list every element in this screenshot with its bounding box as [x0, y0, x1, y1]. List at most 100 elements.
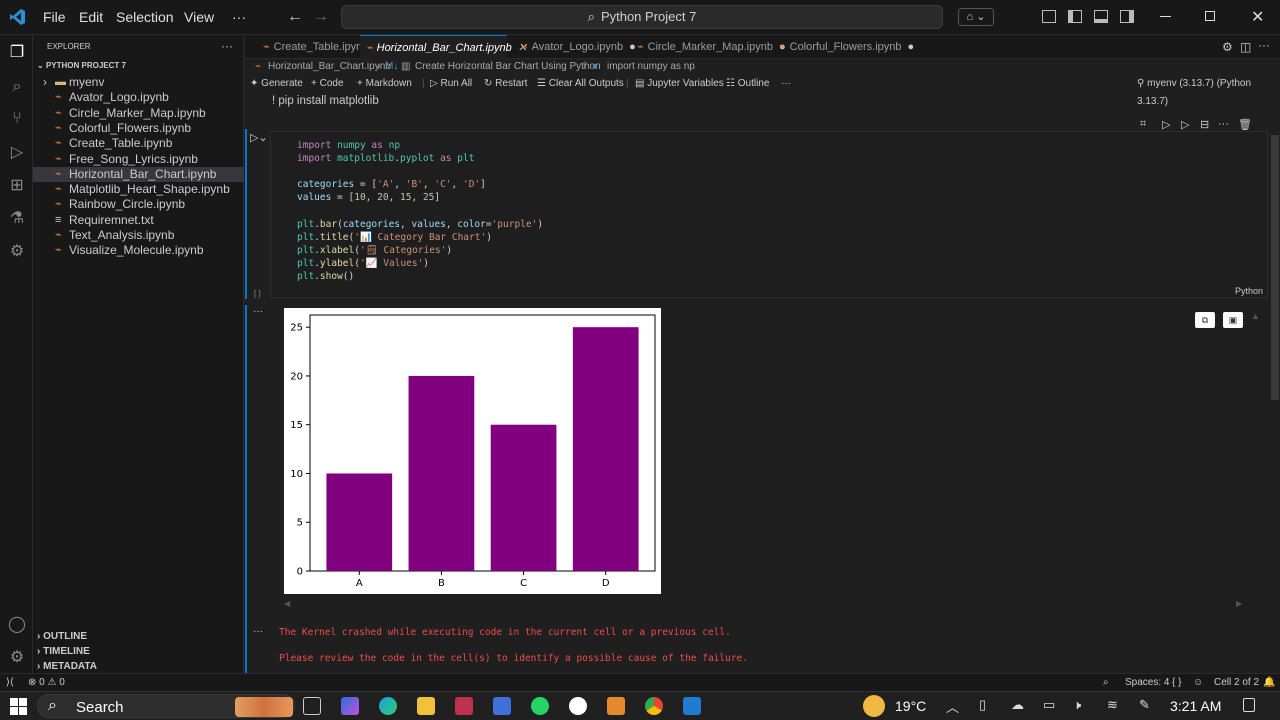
code-line[interactable]: plt.bar(categories, values, color='purpl…: [297, 218, 543, 231]
media-player-icon[interactable]: [569, 697, 587, 715]
language-mode[interactable]: { }: [1172, 674, 1181, 691]
more-actions-icon[interactable]: ···: [221, 39, 233, 53]
code-line[interactable]: categories = ['A', 'B', 'C', 'D']: [297, 178, 486, 191]
copilot-chat-icon[interactable]: ⌂ ⌄: [958, 8, 994, 26]
timeline-section[interactable]: › TIMELINE: [37, 646, 90, 657]
file-item[interactable]: ⌁ Circle_Marker_Map.ipynb: [33, 106, 244, 121]
menu-view[interactable]: View: [184, 9, 214, 25]
outline-button[interactable]: ☷ Outline: [726, 75, 769, 93]
delete-cell-icon[interactable]: 🗑: [1238, 118, 1252, 131]
chrome-icon[interactable]: [645, 697, 663, 715]
file-item[interactable]: ⌁ Free_Song_Lyrics.ipynb: [33, 152, 244, 167]
command-center[interactable]: ⌕ Python Project 7: [341, 5, 943, 29]
indentation[interactable]: Spaces: 4: [1125, 674, 1169, 691]
scroll-left-icon[interactable]: ◀: [284, 599, 290, 608]
phone-link-icon[interactable]: ▯: [979, 697, 986, 713]
jupyter-variables-button[interactable]: ▤ Jupyter Variables: [635, 75, 724, 93]
split-editor-icon[interactable]: ◫: [1240, 40, 1251, 54]
cloud-app-icon[interactable]: [607, 697, 625, 715]
search-icon[interactable]: ⌕: [7, 77, 27, 97]
clear-outputs-button[interactable]: ☰ Clear All Outputs: [537, 75, 624, 93]
pen-icon[interactable]: ✎: [1139, 697, 1150, 713]
code-line[interactable]: plt.ylabel('📈 Values'): [297, 257, 429, 270]
project-folder[interactable]: ⌄ PYTHON PROJECT 7: [37, 61, 126, 70]
scroll-right-icon[interactable]: ▶: [1236, 599, 1242, 608]
menu-selection[interactable]: Selection: [116, 9, 174, 25]
media-app-icon[interactable]: [455, 697, 473, 715]
toggle-secondary-sidebar-icon[interactable]: [1120, 10, 1134, 23]
volume-icon[interactable]: 🕨: [1073, 697, 1081, 713]
folder-item[interactable]: › ▬ myenv: [33, 75, 244, 90]
file-item[interactable]: ⌁ Text_Analysis.ipynb: [33, 228, 244, 243]
cell-position[interactable]: Cell 2 of 2: [1214, 674, 1259, 691]
code-cell[interactable]: import numpy as np import matplotlib.pypl…: [270, 131, 1268, 298]
menu-more[interactable]: ···: [232, 9, 246, 25]
weather-icon[interactable]: [863, 695, 885, 717]
customize-layout-icon[interactable]: [1042, 10, 1056, 23]
python-icon[interactable]: ⚙: [7, 242, 27, 262]
breadcrumb-file[interactable]: Horizontal_Bar_Chart.ipynb: [268, 59, 391, 75]
cell-language[interactable]: Python: [1235, 286, 1263, 296]
settings-gear-icon[interactable]: ⚙: [7, 648, 27, 668]
file-item[interactable]: ⌁ Create_Table.ipynb: [33, 136, 244, 151]
save-output-icon[interactable]: ▣: [1223, 312, 1243, 328]
code-line[interactable]: plt.xlabel('🗒 Categories'): [297, 244, 452, 257]
breadcrumb-cell[interactable]: import numpy as np: [607, 59, 695, 75]
more-actions-icon[interactable]: ···: [1218, 118, 1229, 130]
menu-edit[interactable]: Edit: [79, 9, 103, 25]
remote-icon[interactable]: ⟩⟨: [6, 674, 14, 691]
restart-button[interactable]: ↻ Restart: [484, 75, 527, 93]
whatsapp-icon[interactable]: [531, 697, 549, 715]
temperature[interactable]: 19°C: [895, 698, 926, 714]
file-item[interactable]: ⌁ Avator_Logo.ipynb: [33, 90, 244, 105]
code-line[interactable]: import matplotlib.pyplot as plt: [297, 152, 474, 165]
code-line[interactable]: import numpy as np: [297, 139, 400, 152]
close-icon[interactable]: ✕: [1251, 7, 1264, 27]
format-icon[interactable]: ⌗: [1140, 118, 1146, 131]
copilot-app-icon[interactable]: [341, 697, 359, 715]
breadcrumb-section[interactable]: Create Horizontal Bar Chart Using Python: [415, 59, 601, 75]
file-item[interactable]: ≡ Requiremnet.txt: [33, 213, 244, 228]
file-item[interactable]: ⌁ Rainbow_Circle.ipynb: [33, 197, 244, 212]
code-line[interactable]: plt.title('📊 Category Bar Chart'): [297, 231, 492, 244]
editor-tab[interactable]: ⌁ Horizontal_Bar_Chart.ipynb ✕: [360, 35, 527, 59]
file-item[interactable]: ⌁ Matplotlib_Heart_Shape.ipynb: [33, 182, 244, 197]
generate-button[interactable]: ✦ Generate: [250, 75, 303, 93]
output-more-icon[interactable]: ···: [253, 306, 263, 317]
more-actions-icon[interactable]: ···: [781, 75, 791, 93]
editor-tab[interactable]: ⌁ Avator_Logo.ipynb ●: [515, 35, 636, 59]
copy-output-icon[interactable]: ⧉: [1195, 312, 1215, 328]
windows-start-icon[interactable]: [10, 698, 27, 715]
run-all-button[interactable]: ▷ Run All: [430, 75, 472, 93]
taskbar-search[interactable]: ⌕ Search: [37, 694, 295, 718]
code-line[interactable]: plt.show(): [297, 270, 354, 283]
explorer-icon[interactable]: ❐: [7, 43, 27, 63]
more-actions-icon[interactable]: ···: [1258, 38, 1270, 52]
add-markdown-button[interactable]: + Markdown: [357, 75, 412, 93]
source-control-icon[interactable]: ⑂: [7, 109, 27, 129]
editor-tab[interactable]: ⌁ Create_Table.ipynb: [257, 35, 368, 59]
copilot-icon[interactable]: ☺: [1193, 674, 1203, 691]
file-item[interactable]: ⌁ Horizontal_Bar_Chart.ipynb: [33, 166, 244, 182]
defender-icon[interactable]: [493, 697, 511, 715]
testing-icon[interactable]: ⚗: [7, 209, 27, 229]
vertical-scrollbar[interactable]: [1271, 135, 1279, 400]
file-item[interactable]: ⌁ Colorful_Flowers.ipynb: [33, 121, 244, 136]
account-icon[interactable]: ◯: [7, 615, 27, 635]
error-more-icon[interactable]: ···: [253, 626, 263, 637]
battery-icon[interactable]: ▭: [1043, 697, 1055, 713]
vscode-taskbar-icon[interactable]: [683, 697, 701, 715]
forward-arrow-icon[interactable]: →: [313, 8, 329, 26]
minimize-icon[interactable]: [1160, 16, 1171, 17]
run-above-icon[interactable]: ▷: [1162, 118, 1170, 131]
run-debug-icon[interactable]: ▷: [7, 143, 27, 163]
file-explorer-icon[interactable]: [417, 697, 435, 715]
metadata-section[interactable]: › METADATA: [37, 661, 97, 672]
problems-count[interactable]: ⊗ 0 ⚠ 0: [28, 674, 65, 691]
toggle-panel-icon[interactable]: [1094, 10, 1108, 23]
toggle-sidebar-icon[interactable]: [1068, 10, 1082, 23]
zoom-icon[interactable]: ⌕: [1103, 674, 1109, 691]
clock[interactable]: 3:21 AM: [1170, 698, 1221, 714]
task-view-icon[interactable]: [303, 697, 321, 715]
file-item[interactable]: ⌁ Visualize_Molecule.ipynb: [33, 243, 244, 258]
